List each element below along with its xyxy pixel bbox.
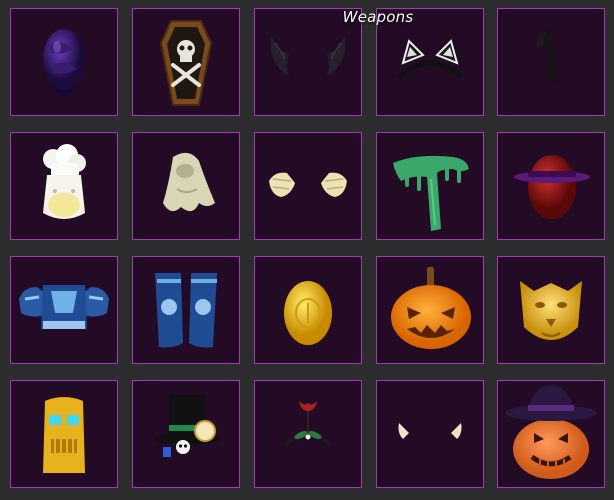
item-slot-golden-lion[interactable] — [497, 256, 605, 364]
item-slot-top-hat[interactable] — [132, 380, 240, 488]
item-slot-mistletoe-headband[interactable] — [254, 380, 362, 488]
item-slot-blue-boots[interactable] — [132, 256, 240, 364]
item-slot-ghost-sheet[interactable] — [132, 132, 240, 240]
item-slot-witch-egg[interactable] — [497, 132, 605, 240]
item-slot-coffin-skull[interactable] — [132, 8, 240, 116]
purple-egg-icon — [43, 29, 85, 97]
item-slot-jack-o-lantern[interactable] — [376, 256, 484, 364]
item-slot-shadow-egg[interactable] — [10, 8, 118, 116]
coffin-icon — [159, 20, 213, 106]
ghost-icon — [163, 152, 215, 212]
tiki-mask-icon — [43, 397, 85, 473]
item-slot-black-stick[interactable] — [497, 8, 605, 116]
top-hat-icon — [153, 395, 221, 457]
item-slot-mummy-hands[interactable] — [254, 132, 362, 240]
item-slot-blue-armor[interactable] — [10, 256, 118, 364]
pumpkin-hat-icon — [505, 385, 597, 479]
item-slot-chef-outfit[interactable] — [10, 132, 118, 240]
black-stick-icon — [536, 27, 558, 85]
witch-egg-icon — [514, 155, 590, 219]
item-slot-elf-ears[interactable] — [376, 380, 484, 488]
lion-mask-icon — [520, 281, 582, 340]
inventory-panel: Weapons — [0, 0, 614, 500]
golden-egg-icon — [284, 281, 332, 345]
boots-icon — [155, 273, 217, 348]
item-slot-pumpkin-witch-hat[interactable] — [497, 380, 605, 488]
chef-hat-icon — [43, 144, 86, 219]
pumpkin-icon — [391, 267, 471, 349]
elf-ears-icon — [398, 423, 462, 439]
mummy-hands-icon — [269, 172, 347, 197]
slime-scarf-icon — [393, 155, 469, 231]
item-slot-slime-scarf[interactable] — [376, 132, 484, 240]
mistletoe-icon — [284, 401, 332, 447]
item-slot-golden-egg[interactable] — [254, 256, 362, 364]
panel-title: Weapons — [342, 8, 414, 26]
armor-chest-icon — [19, 285, 109, 329]
item-slot-golden-tiki[interactable] — [10, 380, 118, 488]
